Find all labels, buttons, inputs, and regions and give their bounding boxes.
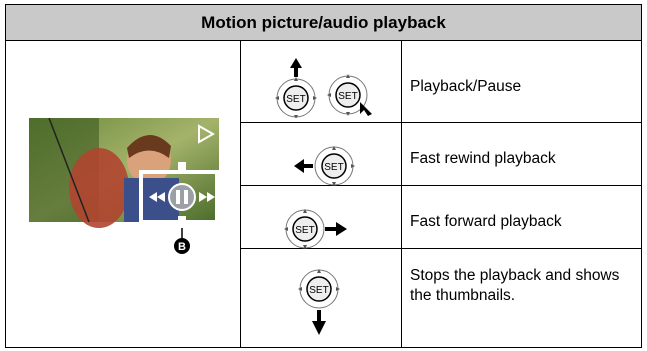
- label-fast-rewind: Fast rewind playback: [410, 150, 556, 167]
- callout-letter: B: [178, 241, 186, 253]
- set-button-down-icon: SET: [298, 269, 340, 335]
- row-divider: [240, 122, 642, 123]
- set-button-up-icon: SET: [275, 58, 317, 118]
- svg-text:SET: SET: [295, 225, 314, 236]
- label-stop-thumbnails: Stops the playback and shows the thumbna…: [410, 267, 620, 304]
- playback-table: Motion picture/audio playback B SET SET …: [5, 4, 642, 348]
- table-header: Motion picture/audio playback: [5, 4, 642, 41]
- column-divider: [240, 40, 241, 347]
- set-button-right-icon: SET: [284, 209, 347, 249]
- svg-text:SET: SET: [286, 94, 305, 105]
- svg-text:SET: SET: [324, 162, 343, 173]
- playback-screen-image: B: [29, 118, 219, 254]
- svg-text:SET: SET: [309, 285, 328, 296]
- set-button-left-icon: SET: [294, 146, 355, 186]
- table-title: Motion picture/audio playback: [201, 12, 446, 32]
- svg-text:SET: SET: [338, 91, 357, 102]
- column-divider: [401, 40, 402, 347]
- label-playback-pause: Playback/Pause: [410, 78, 522, 95]
- label-fast-forward: Fast forward playback: [410, 213, 562, 230]
- set-button-touch-icon: SET: [327, 74, 372, 116]
